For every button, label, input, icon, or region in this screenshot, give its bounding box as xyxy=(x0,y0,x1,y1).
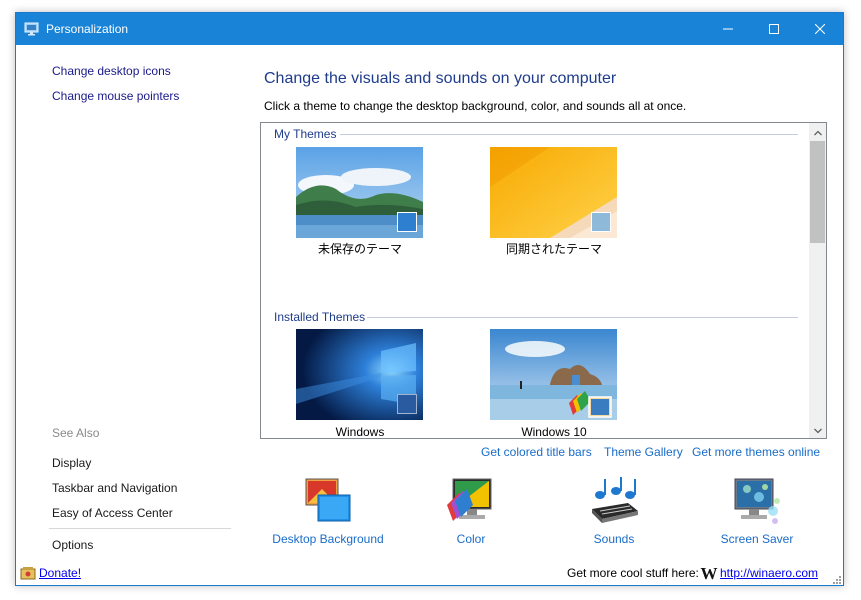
scroll-thumb[interactable] xyxy=(810,141,825,243)
desktop-background-label: Desktop Background xyxy=(272,532,384,546)
sounds-button[interactable]: Sounds xyxy=(544,471,684,551)
color-button[interactable]: Color xyxy=(401,471,541,551)
theme-thumb-synced[interactable] xyxy=(490,147,617,238)
accent-swatch-icon xyxy=(591,212,611,232)
chevron-down-icon xyxy=(813,423,822,437)
page-title: Change the visuals and sounds on your co… xyxy=(264,70,617,87)
get-colored-title-bars-link[interactable]: Get colored title bars xyxy=(481,445,592,459)
options-link[interactable]: Options xyxy=(52,538,93,552)
theme-label-windows-10: Windows 10 xyxy=(521,425,587,439)
sidebar-link-change-desktop-icons[interactable]: Change desktop icons xyxy=(52,64,171,78)
donate-icon xyxy=(20,566,36,580)
close-button[interactable] xyxy=(797,13,843,45)
sidebar-link-change-mouse-pointers[interactable]: Change mouse pointers xyxy=(52,89,179,103)
theme-thumb-windows[interactable] xyxy=(296,329,423,420)
theme-pack-icon xyxy=(567,391,613,419)
accent-swatch-icon xyxy=(397,212,417,232)
theme-label-unsaved: 未保存のテーマ xyxy=(317,242,402,256)
see-also-ease-of-access[interactable]: Easy of Access Center xyxy=(52,506,173,520)
personalization-window: Personalization Change desktop icons Cha… xyxy=(15,12,844,586)
theme-list[interactable]: My Themes 未保存のテーマ 同期されたテーマ Installed The… xyxy=(260,122,827,439)
sounds-label: Sounds xyxy=(593,532,635,546)
see-also-heading: See Also xyxy=(52,426,100,440)
screen-saver-icon xyxy=(731,475,783,527)
window-title: Personalization xyxy=(46,22,129,36)
group-header-my-themes: My Themes xyxy=(274,127,337,141)
see-also-display[interactable]: Display xyxy=(52,456,91,470)
personalization-app-icon xyxy=(24,21,40,37)
theme-list-scrollbar[interactable] xyxy=(809,123,826,438)
theme-thumb-unsaved[interactable] xyxy=(296,147,423,238)
group-divider xyxy=(367,317,798,318)
screen-saver-button[interactable]: Screen Saver xyxy=(687,471,827,551)
svg-text:W: W xyxy=(701,564,718,582)
title-bar[interactable]: Personalization xyxy=(16,13,843,45)
cool-stuff-text: Get more cool stuff here: xyxy=(567,566,699,580)
theme-thumb-windows-10[interactable] xyxy=(490,329,617,420)
desktop-background-button[interactable]: Desktop Background xyxy=(258,471,398,551)
theme-label-synced: 同期されたテーマ xyxy=(505,242,602,256)
get-more-themes-online-link[interactable]: Get more themes online xyxy=(692,445,820,459)
winaero-logo-icon: W xyxy=(700,564,718,583)
see-also-taskbar-navigation[interactable]: Taskbar and Navigation xyxy=(52,481,177,495)
scroll-down-button[interactable] xyxy=(809,421,826,438)
maximize-icon xyxy=(769,24,779,34)
maximize-button[interactable] xyxy=(751,13,797,45)
winaero-link[interactable]: http://winaero.com xyxy=(720,566,818,580)
chevron-up-icon xyxy=(813,125,822,139)
color-icon xyxy=(445,475,497,527)
color-label: Color xyxy=(456,532,486,546)
group-divider xyxy=(340,134,798,135)
donate-link[interactable]: Donate! xyxy=(39,566,81,580)
minimize-icon xyxy=(723,24,733,34)
accent-swatch-icon xyxy=(397,394,417,414)
scroll-up-button[interactable] xyxy=(809,123,826,140)
minimize-button[interactable] xyxy=(705,13,751,45)
screen-saver-label: Screen Saver xyxy=(720,532,794,546)
sidebar-divider xyxy=(49,528,231,529)
theme-gallery-link[interactable]: Theme Gallery xyxy=(604,445,683,459)
status-bar: Donate! Get more cool stuff here: W http… xyxy=(16,563,843,585)
resize-grip-icon[interactable] xyxy=(831,573,841,584)
page-subtitle: Click a theme to change the desktop back… xyxy=(264,99,687,113)
theme-label-windows: Windows xyxy=(335,425,385,439)
close-icon xyxy=(815,24,825,34)
group-header-installed-themes: Installed Themes xyxy=(274,310,366,324)
desktop-background-icon xyxy=(302,475,354,527)
sounds-icon xyxy=(588,475,640,527)
